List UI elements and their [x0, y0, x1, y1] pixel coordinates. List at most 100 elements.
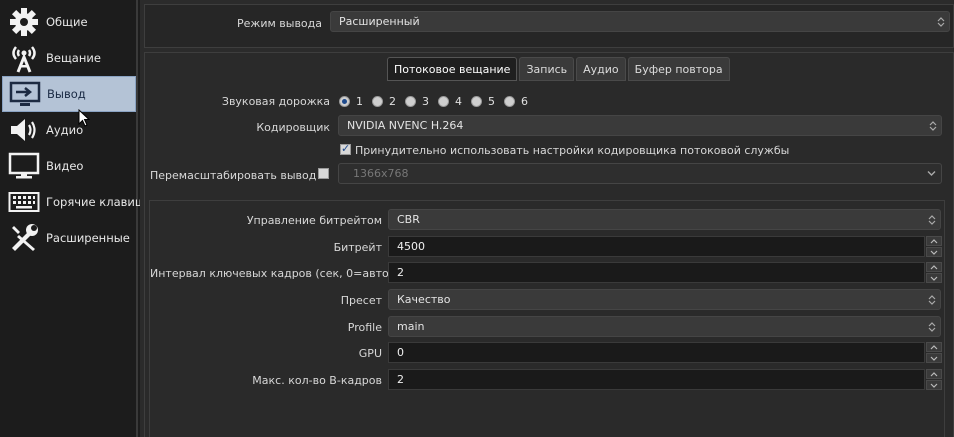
enforce-label: Принудительно использовать настройки код…	[355, 144, 790, 157]
rescale-select[interactable]: 1366x768	[338, 163, 942, 184]
radio-dot	[471, 96, 482, 107]
output-mode-label: Режим вывода	[237, 17, 322, 30]
audio-track-radio-4[interactable]: 4	[438, 95, 462, 108]
mouse-cursor-icon	[78, 109, 90, 127]
updown-arrows-icon	[937, 17, 945, 27]
audio-track-radio-2[interactable]: 2	[372, 95, 396, 108]
chevron-up-icon	[930, 344, 938, 349]
encoder-select[interactable]: NVIDIA NVENC H.264	[338, 115, 942, 136]
updown-arrows-icon	[928, 295, 936, 305]
radio-label: 3	[422, 95, 429, 108]
bframes-stepper[interactable]	[926, 369, 942, 390]
radio-dot	[372, 96, 383, 107]
spin-down-button[interactable]	[926, 380, 942, 390]
bframes-label: Макс. кол-во B-кадров	[252, 374, 382, 387]
sidebar-item-output[interactable]: Вывод	[2, 76, 136, 112]
output-tabs: Потоковое вещание Запись Аудио Буфер пов…	[387, 57, 730, 81]
chevron-up-icon	[930, 371, 938, 376]
chevron-down-icon	[930, 356, 938, 361]
spin-up-button[interactable]	[926, 342, 942, 352]
gpu-stepper[interactable]	[926, 342, 942, 363]
gear-icon	[6, 5, 42, 39]
updown-arrows-icon	[929, 121, 937, 131]
audio-track-label: Звуковая дорожка	[221, 95, 330, 108]
chevron-up-icon	[930, 238, 938, 243]
rate-control-value: CBR	[397, 213, 420, 226]
spin-down-button[interactable]	[926, 353, 942, 363]
audio-track-radio-6[interactable]: 6	[504, 95, 528, 108]
spin-down-button[interactable]	[926, 247, 942, 257]
preset-select[interactable]: Качество	[388, 289, 941, 310]
sidebar-item-hotkeys[interactable]: Горячие клавиш	[2, 184, 145, 220]
chevron-down-icon	[930, 250, 938, 255]
encoder-value: NVIDIA NVENC H.264	[347, 119, 464, 132]
chevron-down-icon	[927, 171, 936, 176]
bitrate-input[interactable]: 4500	[388, 236, 925, 257]
broadcast-icon	[6, 41, 42, 75]
radio-label: 1	[356, 95, 363, 108]
sidebar-item-label: Вещание	[46, 51, 101, 65]
chevron-up-icon	[930, 264, 938, 269]
rescale-label: Перемасштабировать вывод	[150, 169, 317, 182]
rescale-checkbox[interactable]	[318, 168, 329, 179]
updown-arrows-icon	[928, 322, 936, 332]
chevron-down-icon	[930, 276, 938, 281]
tab-streaming[interactable]: Потоковое вещание	[387, 57, 518, 81]
tab-recording[interactable]: Запись	[519, 57, 575, 81]
keyint-label: Интервал ключевых кадров (сек, 0=авто)	[150, 267, 393, 280]
updown-arrows-icon	[928, 215, 936, 225]
spin-down-button[interactable]	[926, 273, 942, 283]
profile-select[interactable]: main	[388, 316, 941, 337]
rate-control-label: Управление битрейтом	[246, 214, 382, 227]
chevron-down-icon	[930, 383, 938, 388]
bitrate-label: Битрейт	[333, 241, 382, 254]
tools-icon	[6, 221, 42, 255]
spin-up-button[interactable]	[926, 369, 942, 379]
profile-value: main	[397, 320, 425, 333]
output-icon	[7, 77, 43, 111]
radio-dot	[339, 96, 350, 107]
radio-dot	[504, 96, 515, 107]
profile-label: Profile	[347, 321, 382, 334]
enforce-checkbox[interactable]	[340, 142, 351, 155]
tab-audio[interactable]: Аудио	[576, 57, 626, 81]
sidebar-item-general[interactable]: Общие	[2, 4, 136, 40]
sidebar-item-stream[interactable]: Вещание	[2, 40, 136, 76]
sidebar-item-label: Вывод	[47, 87, 86, 101]
rescale-value: 1366x768	[353, 167, 409, 180]
gpu-input[interactable]: 0	[388, 342, 925, 363]
encoder-label: Кодировщик	[256, 121, 330, 134]
radio-dot	[438, 96, 449, 107]
radio-label: 5	[488, 95, 495, 108]
bframes-input[interactable]: 2	[388, 369, 925, 390]
tab-replay-buffer[interactable]: Буфер повтора	[627, 57, 730, 81]
sidebar-item-audio[interactable]: Аудио	[2, 112, 136, 148]
sidebar-item-label: Горячие клавиш	[46, 195, 146, 209]
audio-track-radios: 1 2 3 4 5 6	[339, 95, 537, 108]
sidebar-item-label: Видео	[46, 159, 84, 173]
gpu-label: GPU	[358, 347, 382, 360]
radio-label: 4	[455, 95, 462, 108]
radio-dot	[405, 96, 416, 107]
audio-track-radio-3[interactable]: 3	[405, 95, 429, 108]
spin-up-button[interactable]	[926, 262, 942, 272]
radio-label: 2	[389, 95, 396, 108]
output-mode-select[interactable]: Расширенный	[330, 11, 950, 32]
audio-track-radio-1[interactable]: 1	[339, 95, 363, 108]
sidebar-item-video[interactable]: Видео	[2, 148, 136, 184]
rate-control-select[interactable]: CBR	[388, 209, 941, 230]
keyboard-icon	[6, 185, 42, 219]
preset-value: Качество	[397, 293, 451, 306]
output-mode-value: Расширенный	[339, 15, 420, 28]
settings-sidebar: Общие Вещание Вывод Аудио Видео Горячие …	[0, 0, 145, 437]
sidebar-item-label: Расширенные	[46, 231, 130, 245]
bitrate-stepper[interactable]	[926, 236, 942, 257]
sidebar-item-advanced[interactable]: Расширенные	[2, 220, 136, 256]
monitor-icon	[6, 149, 42, 183]
spin-up-button[interactable]	[926, 236, 942, 246]
audio-track-radio-5[interactable]: 5	[471, 95, 495, 108]
keyint-input[interactable]: 2	[388, 262, 925, 283]
sidebar-item-label: Общие	[46, 15, 88, 29]
keyint-stepper[interactable]	[926, 262, 942, 283]
preset-label: Пресет	[340, 294, 382, 307]
